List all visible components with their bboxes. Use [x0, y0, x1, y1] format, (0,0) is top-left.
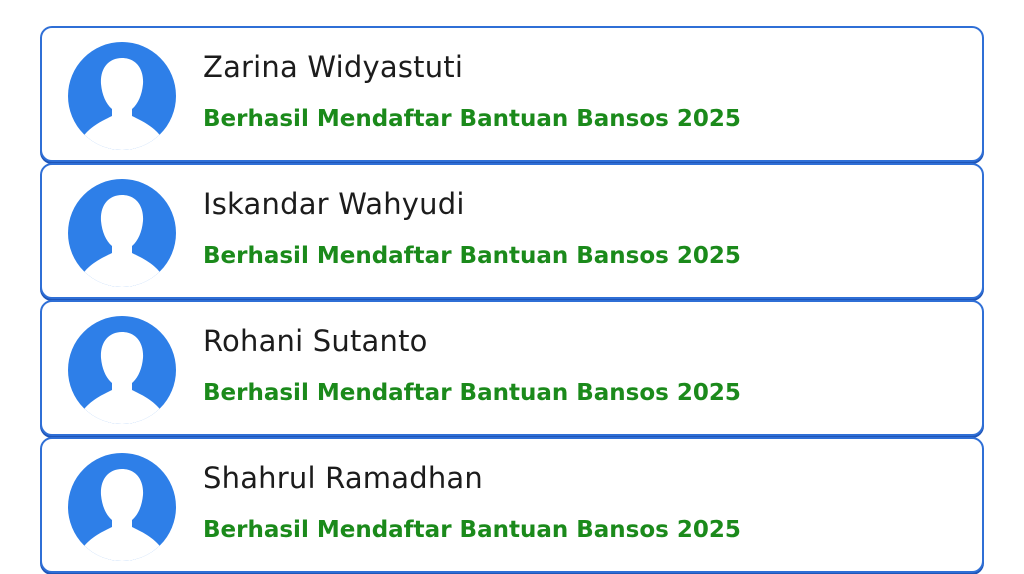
list-item[interactable]: Shahrul Ramadhan Berhasil Mendaftar Bant…: [40, 437, 984, 573]
list-item[interactable]: Zarina Widyastuti Berhasil Mendaftar Ban…: [40, 26, 984, 162]
registrant-list: Zarina Widyastuti Berhasil Mendaftar Ban…: [40, 26, 984, 574]
avatar: [68, 42, 176, 150]
person-silhouette-icon: [68, 453, 176, 561]
registrant-name: Rohani Sutanto: [203, 324, 428, 358]
person-silhouette-icon: [68, 316, 176, 424]
avatar: [68, 316, 176, 424]
person-silhouette-icon: [68, 179, 176, 287]
list-item[interactable]: Rohani Sutanto Berhasil Mendaftar Bantua…: [40, 300, 984, 436]
person-silhouette-icon: [68, 42, 176, 150]
list-item[interactable]: Iskandar Wahyudi Berhasil Mendaftar Bant…: [40, 163, 984, 299]
avatar: [68, 179, 176, 287]
avatar: [68, 453, 176, 561]
registration-status: Berhasil Mendaftar Bantuan Bansos 2025: [203, 517, 741, 543]
registration-status: Berhasil Mendaftar Bantuan Bansos 2025: [203, 243, 741, 269]
registrant-name: Iskandar Wahyudi: [203, 187, 465, 221]
registration-status: Berhasil Mendaftar Bantuan Bansos 2025: [203, 106, 741, 132]
registrant-name: Zarina Widyastuti: [203, 50, 464, 84]
registration-status: Berhasil Mendaftar Bantuan Bansos 2025: [203, 380, 741, 406]
registrant-name: Shahrul Ramadhan: [203, 461, 483, 495]
